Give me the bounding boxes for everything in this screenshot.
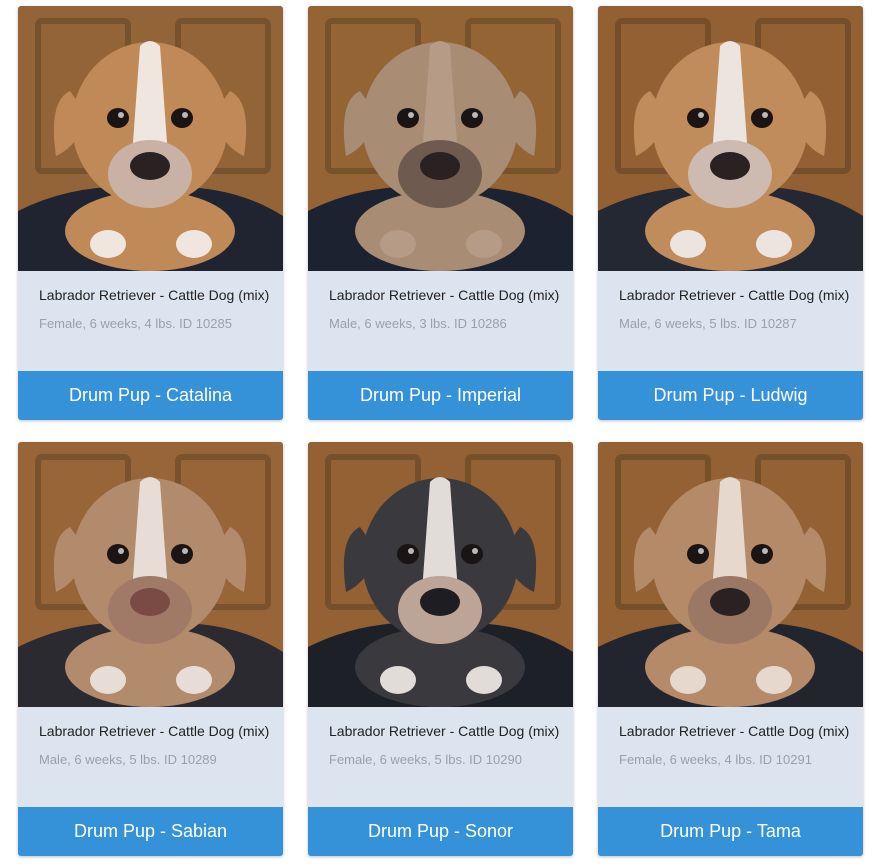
puppy-photo[interactable] [308, 6, 573, 271]
puppy-card[interactable]: Labrador Retriever - Cattle Dog (mix) Ma… [18, 442, 283, 856]
puppy-photo[interactable] [598, 6, 863, 271]
puppy-breed: Labrador Retriever - Cattle Dog (mix) [39, 287, 270, 303]
puppy-details: Male, 6 weeks, 5 lbs. ID 10289 [39, 752, 217, 767]
puppy-info: Labrador Retriever - Cattle Dog (mix) Fe… [308, 707, 573, 807]
puppy-name-button[interactable]: Drum Pup - Catalina [18, 371, 283, 420]
puppy-breed: Labrador Retriever - Cattle Dog (mix) [329, 287, 560, 303]
puppy-breed: Labrador Retriever - Cattle Dog (mix) [619, 287, 850, 303]
puppy-info: Labrador Retriever - Cattle Dog (mix) Ma… [18, 707, 283, 807]
puppy-breed: Labrador Retriever - Cattle Dog (mix) [329, 723, 560, 739]
puppy-card[interactable]: Labrador Retriever - Cattle Dog (mix) Fe… [18, 6, 283, 420]
puppy-details: Female, 6 weeks, 4 lbs. ID 10285 [39, 316, 232, 331]
puppy-card[interactable]: Labrador Retriever - Cattle Dog (mix) Fe… [308, 442, 573, 856]
puppy-info: Labrador Retriever - Cattle Dog (mix) Fe… [598, 707, 863, 807]
puppy-card[interactable]: Labrador Retriever - Cattle Dog (mix) Ma… [308, 6, 573, 420]
puppy-name-button[interactable]: Drum Pup - Sonor [308, 807, 573, 856]
puppy-details: Male, 6 weeks, 3 lbs. ID 10286 [329, 316, 507, 331]
puppy-details: Female, 6 weeks, 5 lbs. ID 10290 [329, 752, 522, 767]
puppy-photo-illustration [18, 442, 283, 707]
puppy-name-button[interactable]: Drum Pup - Sabian [18, 807, 283, 856]
puppy-name-button[interactable]: Drum Pup - Imperial [308, 371, 573, 420]
puppy-name-button[interactable]: Drum Pup - Ludwig [598, 371, 863, 420]
puppy-breed: Labrador Retriever - Cattle Dog (mix) [39, 723, 270, 739]
puppy-name-button[interactable]: Drum Pup - Tama [598, 807, 863, 856]
puppy-photo-illustration [598, 6, 863, 271]
puppy-card[interactable]: Labrador Retriever - Cattle Dog (mix) Fe… [598, 442, 863, 856]
puppy-card[interactable]: Labrador Retriever - Cattle Dog (mix) Ma… [598, 6, 863, 420]
puppy-info: Labrador Retriever - Cattle Dog (mix) Ma… [308, 271, 573, 371]
puppy-breed: Labrador Retriever - Cattle Dog (mix) [619, 723, 850, 739]
puppy-info: Labrador Retriever - Cattle Dog (mix) Fe… [18, 271, 283, 371]
puppy-photo[interactable] [18, 6, 283, 271]
puppy-info: Labrador Retriever - Cattle Dog (mix) Ma… [598, 271, 863, 371]
puppy-details: Male, 6 weeks, 5 lbs. ID 10287 [619, 316, 797, 331]
puppy-photo-illustration [308, 6, 573, 271]
puppy-grid: Labrador Retriever - Cattle Dog (mix) Fe… [0, 0, 875, 868]
puppy-photo-illustration [18, 6, 283, 271]
puppy-photo-illustration [598, 442, 863, 707]
puppy-photo[interactable] [18, 442, 283, 707]
puppy-photo-illustration [308, 442, 573, 707]
puppy-details: Female, 6 weeks, 4 lbs. ID 10291 [619, 752, 812, 767]
puppy-photo[interactable] [308, 442, 573, 707]
puppy-photo[interactable] [598, 442, 863, 707]
